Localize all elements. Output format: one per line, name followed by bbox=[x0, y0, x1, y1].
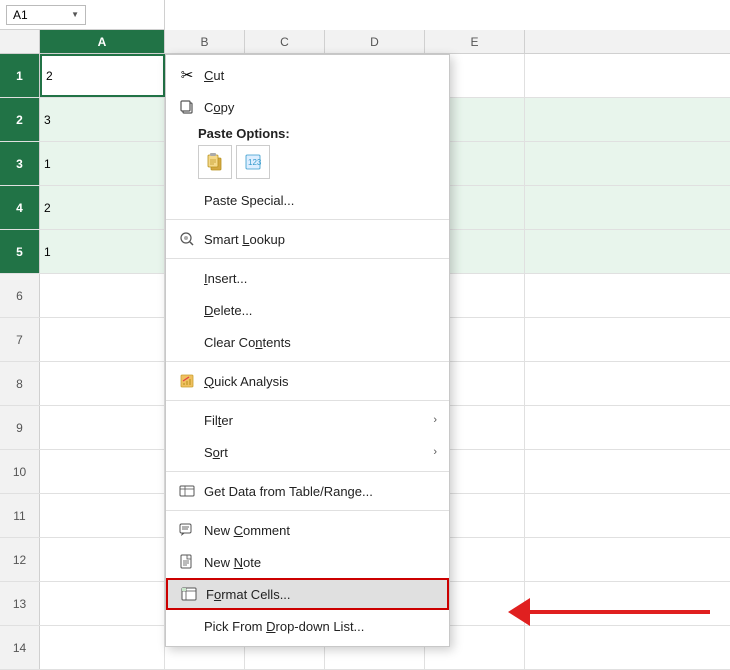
menu-item-delete[interactable]: Delete... bbox=[166, 294, 449, 326]
cell-a2[interactable]: 3 bbox=[40, 98, 165, 141]
cell-a1[interactable]: 2 bbox=[40, 54, 165, 97]
menu-item-get-data[interactable]: Get Data from Table/Range... bbox=[166, 475, 449, 507]
cell-a5[interactable]: 1 bbox=[40, 230, 165, 273]
row-num-2: 2 bbox=[0, 98, 40, 141]
cell-a3[interactable]: 1 bbox=[40, 142, 165, 185]
row-num-12: 12 bbox=[0, 538, 40, 581]
menu-label-filter: Filter bbox=[204, 413, 433, 428]
paste-options-label: Paste Options: bbox=[176, 126, 290, 145]
menu-label-smart-lookup: Smart Lookup bbox=[204, 232, 437, 247]
menu-item-paste-special[interactable]: Paste Special... bbox=[166, 184, 449, 216]
menu-label-copy: Copy bbox=[204, 100, 437, 115]
row-num-10: 10 bbox=[0, 450, 40, 493]
menu-item-smart-lookup[interactable]: Smart Lookup bbox=[166, 223, 449, 255]
row-num-9: 9 bbox=[0, 406, 40, 449]
menu-item-filter[interactable]: Filter › bbox=[166, 404, 449, 436]
name-box-value: A1 bbox=[13, 8, 28, 22]
arrow-line bbox=[530, 610, 710, 614]
sort-submenu-arrow: › bbox=[433, 446, 437, 458]
menu-item-pick-dropdown[interactable]: Pick From Drop-down List... bbox=[166, 610, 449, 642]
row-num-8: 8 bbox=[0, 362, 40, 405]
name-box-area: A1 ▼ bbox=[0, 0, 165, 30]
menu-divider-5 bbox=[166, 471, 449, 472]
menu-item-copy[interactable]: Copy bbox=[166, 91, 449, 123]
menu-item-new-comment[interactable]: New Comment bbox=[166, 514, 449, 546]
row-num-3: 3 bbox=[0, 142, 40, 185]
menu-item-clear-contents[interactable]: Clear Contents bbox=[166, 326, 449, 358]
menu-label-pick-dropdown: Pick From Drop-down List... bbox=[204, 619, 437, 634]
menu-item-new-note[interactable]: New Note bbox=[166, 546, 449, 578]
menu-label-insert: Insert... bbox=[204, 271, 437, 286]
menu-label-format-cells: Format Cells... bbox=[206, 587, 435, 602]
menu-divider-2 bbox=[166, 258, 449, 259]
row-num-14: 14 bbox=[0, 626, 40, 669]
menu-label-new-comment: New Comment bbox=[204, 523, 437, 538]
new-comment-icon bbox=[176, 522, 198, 538]
menu-item-insert[interactable]: Insert... bbox=[166, 262, 449, 294]
copy-icon bbox=[176, 99, 198, 115]
svg-text:123: 123 bbox=[248, 158, 262, 167]
row-num-1: 1 bbox=[0, 54, 40, 97]
menu-label-sort: Sort bbox=[204, 445, 433, 460]
menu-label-clear-contents: Clear Contents bbox=[204, 335, 437, 350]
quick-analysis-icon bbox=[176, 373, 198, 389]
row-num-4: 4 bbox=[0, 186, 40, 229]
menu-section-paste-options: Paste Options: 123 bbox=[166, 123, 449, 184]
get-data-icon bbox=[176, 483, 198, 499]
paste-options-row: 123 bbox=[176, 145, 270, 181]
chevron-down-icon: ▼ bbox=[71, 10, 79, 19]
smart-lookup-icon bbox=[176, 231, 198, 247]
menu-label-quick-analysis: Quick Analysis bbox=[204, 374, 437, 389]
row-num-5: 5 bbox=[0, 230, 40, 273]
menu-item-sort[interactable]: Sort › bbox=[166, 436, 449, 468]
col-header-c[interactable]: C bbox=[245, 30, 325, 53]
red-arrow-indicator bbox=[508, 598, 710, 626]
menu-label-cut: Cut bbox=[204, 68, 437, 83]
format-cells-icon bbox=[178, 586, 200, 602]
arrow-head bbox=[508, 598, 530, 626]
row-num-7: 7 bbox=[0, 318, 40, 361]
menu-label-new-note: New Note bbox=[204, 555, 437, 570]
row-num-6: 6 bbox=[0, 274, 40, 317]
menu-item-format-cells[interactable]: Format Cells... bbox=[166, 578, 449, 610]
cell-a4[interactable]: 2 bbox=[40, 186, 165, 229]
menu-divider-3 bbox=[166, 361, 449, 362]
context-menu: ✂ Cut Copy Paste Options: bbox=[165, 54, 450, 647]
menu-item-quick-analysis[interactable]: Quick Analysis bbox=[166, 365, 449, 397]
row-num-11: 11 bbox=[0, 494, 40, 537]
name-box[interactable]: A1 ▼ bbox=[6, 5, 86, 25]
menu-divider-6 bbox=[166, 510, 449, 511]
menu-divider-4 bbox=[166, 400, 449, 401]
cut-icon: ✂ bbox=[176, 66, 198, 84]
col-header-e[interactable]: E bbox=[425, 30, 525, 53]
spreadsheet: A1 ▼ A B C D E 1 2 2 3 bbox=[0, 0, 730, 668]
header-spacer bbox=[0, 30, 40, 53]
row-num-13: 13 bbox=[0, 582, 40, 625]
menu-label-delete: Delete... bbox=[204, 303, 437, 318]
col-header-b[interactable]: B bbox=[165, 30, 245, 53]
cell-a6[interactable] bbox=[40, 274, 165, 317]
col-header-a[interactable]: A bbox=[40, 30, 165, 53]
col-header-d[interactable]: D bbox=[325, 30, 425, 53]
paste-button-values[interactable]: 123 bbox=[236, 145, 270, 179]
column-headers: A B C D E bbox=[0, 30, 730, 54]
new-note-icon bbox=[176, 554, 198, 570]
menu-label-get-data: Get Data from Table/Range... bbox=[204, 484, 437, 499]
paste-button-default[interactable] bbox=[198, 145, 232, 179]
menu-divider bbox=[166, 219, 449, 220]
menu-item-cut[interactable]: ✂ Cut bbox=[166, 59, 449, 91]
filter-submenu-arrow: › bbox=[433, 414, 437, 426]
menu-label-paste-special: Paste Special... bbox=[204, 193, 437, 208]
